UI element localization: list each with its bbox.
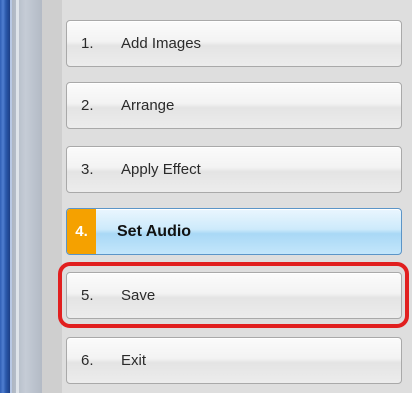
active-step-badge: 4. (67, 209, 96, 254)
menu-panel-band (42, 0, 62, 393)
menu-button-set-audio[interactable]: 4. Set Audio (66, 208, 402, 255)
menu-item-number: 1. (81, 35, 94, 52)
menu-item-label: Set Audio (117, 222, 192, 240)
menu-button-add-images[interactable]: 1. Add Images (66, 20, 402, 67)
menu-item-label: Save (121, 287, 156, 304)
side-strip-highlight (16, 0, 19, 393)
window-edge (0, 0, 10, 393)
menu-item-label: Apply Effect (121, 161, 201, 178)
menu-item-number: 2. (81, 97, 94, 114)
menu-button-exit[interactable]: 6. Exit (66, 337, 402, 384)
menu-button-arrange[interactable]: 2. Arrange (66, 82, 402, 129)
menu-item-number: 6. (81, 352, 94, 369)
menu-button-apply-effect[interactable]: 3. Apply Effect (66, 146, 402, 193)
menu-item-number: 5. (81, 287, 94, 304)
menu-item-label: Arrange (121, 97, 175, 114)
menu-item-label: Add Images (121, 35, 202, 52)
menu-item-label: Exit (121, 352, 147, 369)
menu-button-save[interactable]: 5. Save (66, 272, 402, 319)
menu-item-number: 3. (81, 161, 94, 178)
